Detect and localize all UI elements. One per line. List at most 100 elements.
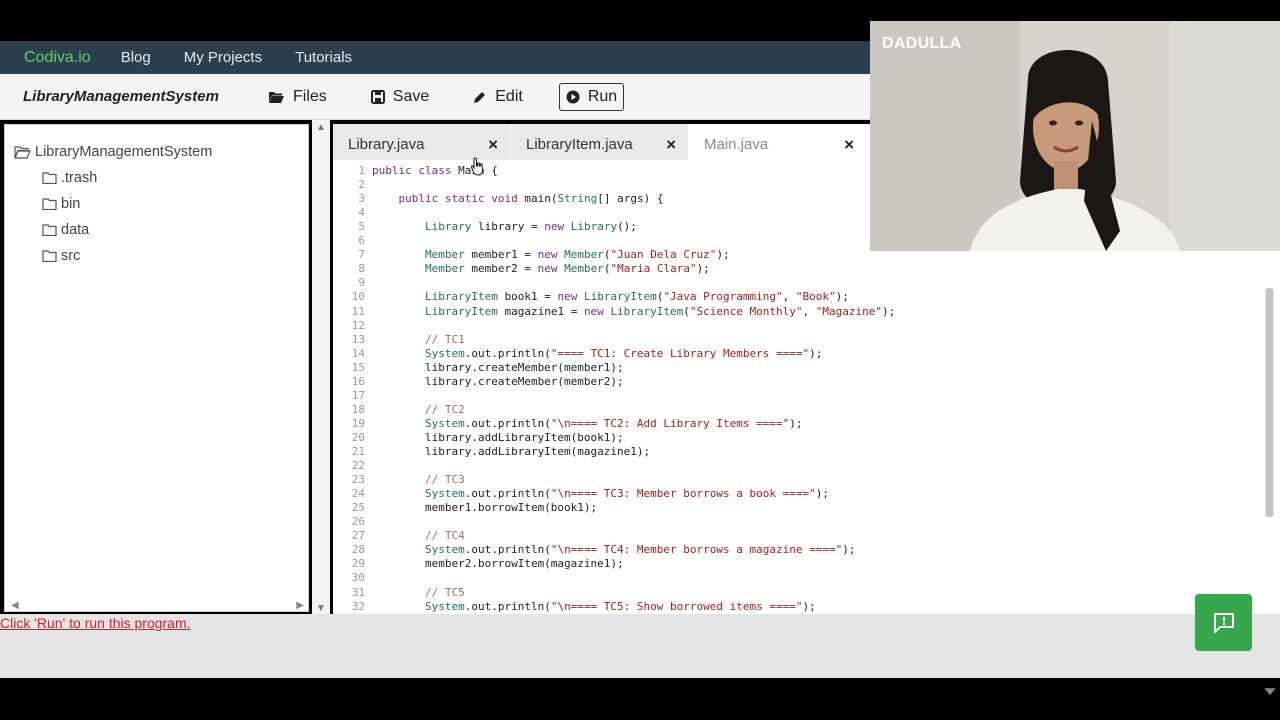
brand-logo[interactable]: Codiva.io xyxy=(24,49,91,67)
close-icon[interactable]: × xyxy=(666,135,676,155)
code-line[interactable]: 31 // TC5 xyxy=(333,586,1253,600)
scroll-left-arrow[interactable]: ◀ xyxy=(11,600,19,611)
code-line[interactable]: 26 xyxy=(333,515,1253,529)
code-line[interactable]: 30 xyxy=(333,571,1253,585)
code-line[interactable]: 10 LibraryItem book1 = new LibraryItem("… xyxy=(333,290,1253,304)
files-button[interactable]: Files xyxy=(268,88,327,106)
folder-icon xyxy=(42,172,57,184)
code-line[interactable]: 24 System.out.println("\n==== TC3: Membe… xyxy=(333,487,1253,501)
top-navbar: Codiva.io Blog My Projects Tutorials xyxy=(0,41,870,74)
code-line[interactable]: 15 library.createMember(member1); xyxy=(333,361,1253,375)
screen: Codiva.io Blog My Projects Tutorials Lib… xyxy=(0,0,1280,720)
code-line[interactable]: 22 xyxy=(333,459,1253,473)
files-label: Files xyxy=(293,87,327,105)
toolbar: LibraryManagementSystem Files Save Edit … xyxy=(0,74,870,120)
mouse-cursor-icon xyxy=(471,157,484,176)
nav-tutorials[interactable]: Tutorials xyxy=(295,49,352,66)
tree-root-item[interactable]: LibraryManagementSystem xyxy=(14,144,212,160)
folder-icon xyxy=(42,224,57,236)
tree-item-trash[interactable]: .trash xyxy=(42,170,97,186)
presenter-name: DADULLA xyxy=(882,35,962,52)
code-text: library.addLibraryItem(magazine1); xyxy=(372,445,651,458)
code-text: member1.borrowItem(book1); xyxy=(372,501,598,515)
save-button[interactable]: Save xyxy=(370,88,429,106)
code-line[interactable]: 25 member1.borrowItem(book1); xyxy=(333,501,1253,515)
code-line[interactable]: 17 xyxy=(333,389,1253,403)
folder-icon xyxy=(42,250,57,262)
line-number: 21 xyxy=(351,445,365,458)
code-text: // TC1 xyxy=(372,332,465,346)
webcam-overlay: DADULLA xyxy=(870,21,1280,251)
line-number: 5 xyxy=(358,220,365,234)
code-line[interactable]: 27 // TC4 xyxy=(333,529,1253,543)
code-line[interactable]: 16 library.createMember(member2); xyxy=(333,375,1253,389)
code-line[interactable]: 8 Member member2 = new Member("Maria Cla… xyxy=(333,262,1253,276)
floppy-disk-icon xyxy=(370,89,385,104)
feedback-button[interactable] xyxy=(1195,594,1252,651)
line-number: 10 xyxy=(351,290,365,304)
code-line[interactable]: 19 System.out.println("\n==== TC2: Add L… xyxy=(333,417,1253,431)
editor-tabs: Library.java × LibraryItem.java × Main.j… xyxy=(333,124,868,160)
code-line[interactable]: 18 // TC2 xyxy=(333,403,1253,417)
code-line[interactable]: 14 System.out.println("==== TC1: Create … xyxy=(333,347,1253,361)
code-line[interactable]: 11 LibraryItem magazine1 = new LibraryIt… xyxy=(333,305,1253,319)
close-icon[interactable]: × xyxy=(844,135,854,155)
line-number: 17 xyxy=(351,388,365,402)
code-line[interactable]: 29 member2.borrowItem(magazine1); xyxy=(333,557,1253,571)
code-line[interactable]: 21 library.addLibraryItem(magazine1); xyxy=(333,445,1253,459)
code-line[interactable]: 32 System.out.println("\n==== TC5: Show … xyxy=(333,600,1253,614)
line-number: 22 xyxy=(351,459,365,473)
tree-item-data[interactable]: data xyxy=(42,222,89,238)
code-text: library.addLibraryItem(book1); xyxy=(372,430,624,444)
line-number: 15 xyxy=(351,360,365,374)
tab-libraryitem-java[interactable]: LibraryItem.java × xyxy=(511,124,689,160)
scroll-up-arrow[interactable]: ▲ xyxy=(316,122,326,133)
tree-item-label: .trash xyxy=(61,170,98,186)
code-line[interactable]: 23 // TC3 xyxy=(333,473,1253,487)
line-number: 31 xyxy=(351,585,365,599)
line-number: 12 xyxy=(351,318,365,332)
tree-item-src[interactable]: src xyxy=(42,248,80,264)
run-button[interactable]: Run xyxy=(558,82,625,111)
tree-vertical-scrollbar[interactable]: ▲ ▼ xyxy=(312,120,330,614)
tab-label: Main.java xyxy=(704,136,769,153)
code-text: System.out.println("==== TC1: Create Lib… xyxy=(424,346,823,360)
edit-button[interactable]: Edit xyxy=(473,88,523,106)
tree-item-label: src xyxy=(61,248,81,264)
line-number: 24 xyxy=(351,487,365,501)
code-text: library.createMember(member1); xyxy=(372,360,624,374)
code-line[interactable]: 28 System.out.println("\n==== TC4: Membe… xyxy=(333,543,1253,557)
line-number: 19 xyxy=(351,416,365,430)
code-text: Library library = new Library(); xyxy=(424,220,637,234)
file-tree: LibraryManagementSystem .trash bin data … xyxy=(4,124,309,612)
line-number: 2 xyxy=(358,178,365,192)
line-number: 8 xyxy=(358,262,365,276)
tree-item-bin[interactable]: bin xyxy=(42,196,80,212)
close-icon[interactable]: × xyxy=(488,135,498,155)
tab-label: Library.java xyxy=(348,136,425,153)
line-number: 25 xyxy=(351,501,365,515)
line-number: 20 xyxy=(351,430,365,444)
line-number: 3 xyxy=(358,192,365,206)
nav-blog[interactable]: Blog xyxy=(121,49,151,66)
tab-main-java[interactable]: Main.java × xyxy=(689,124,867,160)
code-line[interactable]: 12 xyxy=(333,319,1253,333)
code-text: // TC5 xyxy=(372,585,465,599)
code-line[interactable]: 13 // TC1 xyxy=(333,333,1253,347)
tree-item-label: bin xyxy=(61,196,81,212)
scroll-right-arrow[interactable]: ▶ xyxy=(296,600,304,611)
play-circle-icon xyxy=(566,90,580,103)
tab-label: LibraryItem.java xyxy=(526,136,633,153)
line-number: 1 xyxy=(358,164,365,177)
code-line[interactable]: 20 library.addLibraryItem(book1); xyxy=(333,431,1253,445)
line-number: 4 xyxy=(358,206,365,220)
tab-library-java[interactable]: Library.java × xyxy=(333,124,511,160)
code-text: member2.borrowItem(magazine1); xyxy=(372,557,624,571)
run-hint-link[interactable]: Click 'Run' to run this program. xyxy=(0,615,191,631)
code-text: LibraryItem book1 = new LibraryItem("Jav… xyxy=(424,290,849,304)
scroll-down-arrow[interactable]: ▼ xyxy=(316,603,326,614)
nav-my-projects[interactable]: My Projects xyxy=(184,49,262,66)
code-line[interactable]: 9 xyxy=(333,276,1253,290)
run-label: Run xyxy=(587,87,618,105)
code-text: System.out.println("\n==== TC2: Add Libr… xyxy=(424,416,803,430)
